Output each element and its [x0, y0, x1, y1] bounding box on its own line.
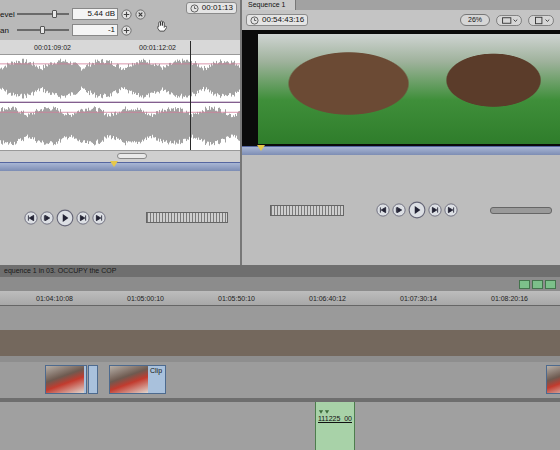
clip-thumbnail [547, 366, 560, 393]
audio-clip[interactable]: 111225_00 [315, 402, 355, 450]
hand-cursor-icon [156, 20, 167, 33]
previous-edit-icon[interactable] [24, 211, 38, 225]
clip-label: 111225_00 [318, 415, 352, 422]
ruler-label: 01:05:00:10 [127, 295, 218, 302]
play-around-icon[interactable] [76, 211, 90, 225]
jog-control[interactable] [146, 212, 228, 223]
control-slider[interactable] [17, 9, 69, 19]
audio-control-row: evel 5.44 dB [0, 8, 146, 20]
audio-waveform[interactable] [0, 55, 240, 150]
clock-icon [250, 16, 259, 25]
overlay-popup-icon[interactable] [528, 15, 554, 26]
final-cut-window: evel5.44 dBan-100:01:1300:01:09:0200:01:… [0, 0, 560, 450]
sequence-tab[interactable]: equence 1 in 03. OCCUPY the COP [0, 265, 560, 277]
playhead[interactable] [190, 41, 191, 150]
play-around-icon[interactable] [428, 203, 442, 217]
timeline-ruler[interactable]: 01:04:10:0801:05:00:1001:05:50:1001:06:4… [0, 291, 560, 306]
video-track: Clip [0, 362, 560, 398]
overlay-toggle-icon[interactable] [545, 280, 556, 289]
previous-edit-icon[interactable] [376, 203, 390, 217]
video-frame [258, 34, 560, 144]
canvas-toolbar: 00:54:43:16 26% [242, 10, 560, 30]
shuttle-control[interactable] [490, 207, 552, 214]
render-bar [0, 330, 560, 356]
ruler-label: 01:06:40:12 [309, 295, 400, 302]
ruler-label: 01:08:20:16 [491, 295, 560, 302]
snapping-toggle-icon[interactable] [532, 280, 543, 289]
ruler-label: 01:05:50:10 [218, 295, 309, 302]
viewer-panel: evel5.44 dBan-100:01:1300:01:09:0200:01:… [0, 0, 240, 265]
control-label: an [0, 26, 14, 35]
marker-icon [318, 410, 330, 415]
video-clip[interactable]: Clip [109, 365, 166, 394]
canvas-tab[interactable]: Sequence 1 [242, 0, 296, 10]
audio-control-row: an -1 [0, 24, 146, 36]
linking-toggle-icon[interactable] [519, 280, 530, 289]
jog-control[interactable] [270, 205, 344, 216]
canvas-timecode[interactable]: 00:54:43:16 [246, 14, 308, 26]
timeline-panel: equence 1 in 03. OCCUPY the COP 01:04:10:… [0, 265, 560, 450]
play-icon[interactable] [56, 209, 74, 227]
viewer-timecode[interactable]: 00:01:13 [186, 2, 237, 14]
clip-thumbnail [110, 366, 148, 393]
clock-icon [190, 4, 199, 13]
view-popup-icon[interactable] [496, 15, 522, 26]
canvas-transport [242, 155, 560, 265]
clip-thumbnail [46, 366, 84, 393]
keyframe-icon[interactable] [121, 25, 132, 36]
video-clip[interactable] [45, 365, 87, 394]
canvas-panel: Sequence 1 00:54:43:16 26% [242, 0, 560, 265]
keyframe-icon[interactable] [121, 9, 132, 20]
next-edit-icon[interactable] [444, 203, 458, 217]
control-reading[interactable]: -1 [72, 24, 118, 36]
ruler-label: 01:04:10:08 [36, 295, 127, 302]
video-clip[interactable] [88, 365, 98, 394]
canvas-scrubber[interactable] [242, 146, 560, 155]
audio-controls: evel 5.44 dB an -1 00:01:13 [0, 0, 240, 40]
ruler-label: 00:01:09:02 [34, 44, 71, 51]
zoom-popup[interactable]: 26% [460, 14, 490, 26]
control-reading[interactable]: 5.44 dB [72, 8, 118, 20]
scrubber-bar[interactable] [0, 162, 240, 171]
transport-controls [0, 171, 240, 266]
audio-track: 111225_00 [0, 402, 560, 450]
viewer-ruler[interactable]: 00:01:09:02 00:01:12:02 [0, 40, 240, 55]
ruler-label: 00:01:12:02 [139, 44, 176, 51]
video-clip[interactable] [546, 365, 560, 394]
control-slider[interactable] [17, 25, 69, 35]
play-in-out-icon[interactable] [392, 203, 406, 217]
next-edit-icon[interactable] [92, 211, 106, 225]
control-label: evel [0, 10, 14, 19]
zoom-scrollbar[interactable] [0, 150, 240, 162]
clip-label: Clip [148, 366, 164, 375]
play-in-out-icon[interactable] [40, 211, 54, 225]
play-icon[interactable] [408, 201, 426, 219]
reset-icon[interactable] [135, 9, 146, 20]
ruler-label: 01:07:30:14 [400, 295, 491, 302]
